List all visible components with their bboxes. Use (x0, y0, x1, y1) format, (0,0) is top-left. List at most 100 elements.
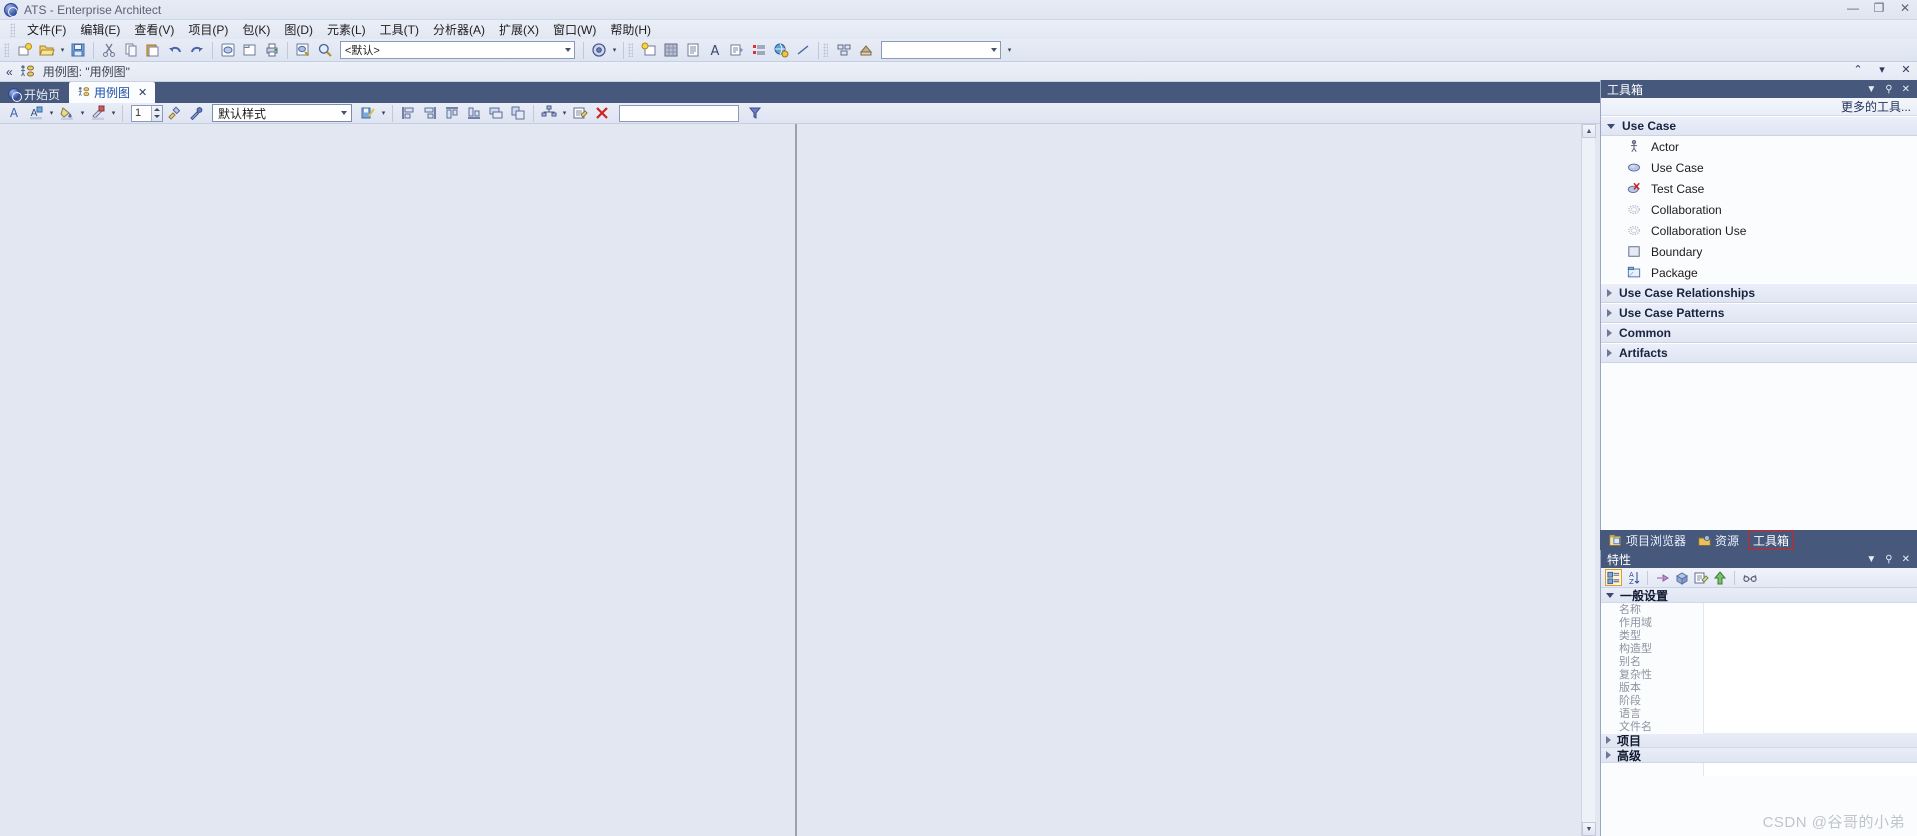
dock-tab-project-browser[interactable]: 项目浏览器 (1606, 531, 1689, 550)
toolbox-item-collaboration-use[interactable]: Collaboration Use (1601, 220, 1917, 241)
fill-color-icon[interactable] (57, 103, 77, 123)
chevron-down-icon[interactable]: ▼ (1866, 84, 1876, 95)
chevron-up-icon[interactable]: ⌃ (1851, 63, 1865, 76)
toolbox-item-use-case[interactable]: Use Case (1601, 157, 1917, 178)
close-icon[interactable]: ✕ (1902, 554, 1910, 565)
properties-group-advanced[interactable]: 高级 (1601, 748, 1917, 763)
search-icon[interactable] (315, 40, 335, 60)
new-package-icon[interactable] (240, 40, 260, 60)
property-value[interactable] (1703, 693, 1917, 707)
report-icon[interactable] (727, 40, 747, 60)
toolbar-gripper-3[interactable] (823, 43, 828, 57)
close-icon[interactable]: ✕ (1902, 84, 1910, 95)
property-value[interactable] (1703, 667, 1917, 681)
dock-tab-resources[interactable]: 资源 (1695, 531, 1742, 550)
property-value[interactable] (1703, 602, 1917, 616)
window-controls[interactable]: — ❐ ✕ (1845, 1, 1913, 15)
auto-layout-icon[interactable] (539, 103, 559, 123)
pin-icon[interactable]: ⚲ (1885, 84, 1892, 95)
properties-group-project[interactable]: 项目 (1601, 733, 1917, 748)
toolbox-group-use-case[interactable]: Use Case (1601, 116, 1917, 136)
menu-element[interactable]: 元素(L) (320, 20, 373, 39)
save-style-icon[interactable] (358, 103, 378, 123)
toolbox-item-actor[interactable]: Actor (1601, 136, 1917, 157)
menu-tools[interactable]: 工具(T) (373, 20, 426, 39)
tab-use-case-diagram[interactable]: 用例图 ✕ (69, 82, 156, 103)
new-element-icon[interactable] (639, 40, 659, 60)
stepper-arrows[interactable] (151, 105, 162, 121)
web-icon[interactable] (771, 40, 791, 60)
document-icon[interactable] (683, 40, 703, 60)
toolbox-group-artifacts[interactable]: Artifacts (1601, 343, 1917, 363)
menu-diagram[interactable]: 图(D) (277, 20, 320, 39)
list-icon[interactable] (749, 40, 769, 60)
same-height-icon[interactable] (508, 103, 528, 123)
print-preview-icon[interactable] (293, 40, 313, 60)
up-arrow-icon[interactable] (1711, 569, 1728, 586)
menu-extensions[interactable]: 扩展(X) (492, 20, 546, 39)
property-value[interactable] (1703, 680, 1917, 694)
more-tools-link[interactable]: 更多的工具... (1601, 98, 1917, 116)
new-diagram-icon[interactable] (218, 40, 238, 60)
toolbox-group-use-case-relationships[interactable]: Use Case Relationships (1601, 283, 1917, 303)
sort-alpha-icon[interactable]: AZ (1624, 569, 1641, 586)
canvas-vertical-scrollbar[interactable]: ▲ ▼ (1581, 124, 1596, 836)
toolbar-gripper[interactable] (4, 43, 9, 57)
print-icon[interactable] (262, 40, 282, 60)
style-select[interactable]: 默认样式 (212, 104, 352, 122)
help-globe-icon[interactable] (589, 40, 609, 60)
perspective-select[interactable]: <默认> (340, 41, 575, 59)
help-dropdown-caret[interactable]: ▾ (610, 40, 619, 60)
menu-project[interactable]: 项目(P) (181, 20, 235, 39)
glasses-icon[interactable] (1741, 569, 1758, 586)
align-top-icon[interactable] (442, 103, 462, 123)
diagram-filter-input[interactable] (619, 104, 739, 122)
close-button[interactable]: ✕ (1897, 1, 1913, 15)
scroll-up-arrow[interactable]: ▲ (1582, 124, 1596, 138)
menu-gripper[interactable] (10, 22, 15, 37)
open-folder-icon[interactable] (37, 40, 57, 60)
filter-funnel-icon[interactable] (745, 103, 765, 123)
font-style-icon[interactable]: A (26, 103, 46, 123)
edit-note-icon[interactable] (1692, 569, 1709, 586)
menu-help[interactable]: 帮助(H) (603, 20, 658, 39)
auto-layout-caret[interactable]: ▾ (560, 103, 569, 123)
chevron-down-icon[interactable]: ▾ (1875, 63, 1889, 76)
toolbox-group-common[interactable]: Common (1601, 323, 1917, 343)
toolbar-gripper-2[interactable] (628, 43, 633, 57)
matrix-icon[interactable] (661, 40, 681, 60)
font-style-caret[interactable]: ▾ (47, 103, 56, 123)
property-value[interactable] (1703, 641, 1917, 655)
delete-red-x-icon[interactable] (592, 103, 612, 123)
line-icon[interactable] (793, 40, 813, 60)
paste-icon[interactable] (143, 40, 163, 60)
layout-icon[interactable] (834, 40, 854, 60)
property-row[interactable]: 文件名 (1601, 718, 1917, 734)
pattern-icon[interactable] (856, 40, 876, 60)
property-value[interactable] (1703, 654, 1917, 668)
new-project-icon[interactable] (15, 40, 35, 60)
align-left-icon[interactable] (398, 103, 418, 123)
dock-tab-toolbox[interactable]: 工具箱 (1748, 530, 1795, 550)
font-color-icon[interactable]: A (4, 103, 24, 123)
element-icon[interactable] (1673, 569, 1690, 586)
save-icon[interactable] (68, 40, 88, 60)
font-icon[interactable]: A (705, 40, 725, 60)
note-icon[interactable] (570, 103, 590, 123)
quick-search-caret[interactable]: ▾ (1005, 40, 1014, 60)
menu-edit[interactable]: 编辑(E) (73, 20, 127, 39)
scroll-down-arrow[interactable]: ▼ (1582, 822, 1596, 836)
save-style-caret[interactable]: ▾ (379, 103, 388, 123)
toolbox-item-package[interactable]: Package (1601, 262, 1917, 283)
toolbox-item-boundary[interactable]: Boundary (1601, 241, 1917, 262)
menu-window[interactable]: 窗口(W) (546, 20, 603, 39)
categorized-icon[interactable] (1605, 569, 1622, 586)
quick-search-input[interactable] (881, 41, 1001, 59)
toolbox-item-collaboration[interactable]: Collaboration (1601, 199, 1917, 220)
open-dropdown-caret[interactable]: ▾ (58, 40, 67, 60)
menu-analyzer[interactable]: 分析器(A) (426, 20, 492, 39)
align-bottom-icon[interactable] (464, 103, 484, 123)
toolbox-item-test-case[interactable]: Test Case (1601, 178, 1917, 199)
eyedropper-icon[interactable] (186, 103, 206, 123)
fill-color-caret[interactable]: ▾ (78, 103, 87, 123)
